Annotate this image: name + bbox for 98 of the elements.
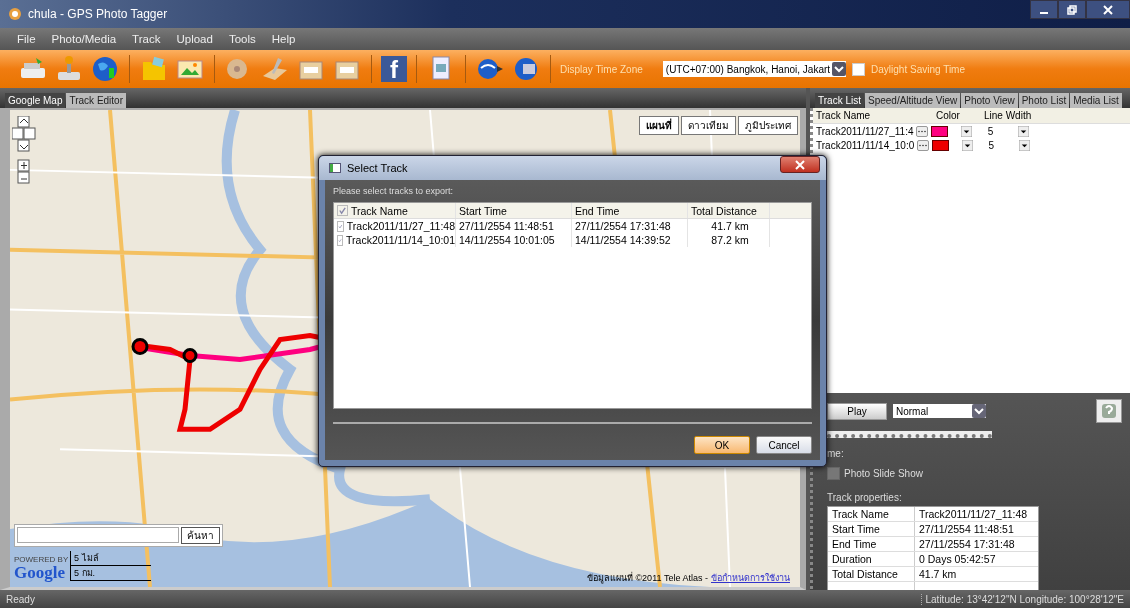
ok-button[interactable]: OK xyxy=(694,436,750,454)
end-time-cell: 27/11/2554 17:31:48 xyxy=(572,219,688,233)
tab[interactable]: Media List xyxy=(1070,93,1122,108)
dropdown-arrow-icon[interactable] xyxy=(1018,125,1030,137)
map-type-button[interactable]: แผนที่ xyxy=(639,116,679,135)
browse-button[interactable] xyxy=(917,139,930,151)
ellipsis-icon xyxy=(919,143,928,147)
slider-track[interactable] xyxy=(827,431,992,438)
column-header: End Time xyxy=(572,203,688,218)
restore-icon xyxy=(1067,4,1077,15)
property-value: 0 Days 05:42:57 xyxy=(918,553,996,565)
property-name: Start Time xyxy=(828,522,915,536)
tab[interactable]: Photo View xyxy=(961,93,1018,108)
track-name-cell: Track2011/11/14_10:01 xyxy=(346,234,455,246)
play-button[interactable]: Play xyxy=(827,402,887,420)
menu-item[interactable]: Photo/Media xyxy=(51,33,117,45)
distance-cell: 87.2 km xyxy=(688,233,770,247)
column-header: Color xyxy=(936,110,961,121)
property-name: Duration xyxy=(828,552,915,566)
daylight-saving-label: Daylight Saving Time xyxy=(871,63,965,75)
start-time-cell: 14/11/2554 10:01:05 xyxy=(456,233,572,247)
scale-miles-label: 5 ไมล์ xyxy=(71,551,151,566)
track-marker[interactable] xyxy=(182,348,198,363)
map-search-field[interactable] xyxy=(17,527,179,543)
dialog-prompt: Please select tracks to export: xyxy=(333,186,455,196)
slide-show-checkbox[interactable] xyxy=(827,467,840,480)
help-button[interactable] xyxy=(1096,399,1122,423)
dropdown-arrow-icon[interactable] xyxy=(962,139,974,151)
line-width-cell-text: 5 xyxy=(987,139,995,151)
menu-item[interactable]: Help xyxy=(271,33,296,45)
close-button[interactable] xyxy=(780,156,820,173)
property-name: End Time xyxy=(828,537,915,551)
menu-item[interactable]: Tools xyxy=(228,33,256,45)
track-marker[interactable] xyxy=(131,338,149,355)
close-icon xyxy=(1103,4,1113,15)
search-button[interactable]: ค้นหา xyxy=(181,527,220,544)
scale-km-label: 5 กม. xyxy=(73,567,96,580)
column-header: Track Name xyxy=(815,110,872,121)
menu-item[interactable]: Track xyxy=(132,33,161,45)
speed-dropdown[interactable]: Normal xyxy=(893,404,986,418)
help-icon xyxy=(1099,401,1119,421)
coordinates-text: Latitude: 13°42'12"N Longitude: 100°28'12"E xyxy=(921,593,1124,605)
track-properties-title: Track properties: xyxy=(827,492,903,503)
restore-button[interactable] xyxy=(1058,0,1086,19)
track-name-cell: Track2011/11/14_10:0 xyxy=(816,139,915,151)
property-name: Track Name xyxy=(828,507,915,521)
menu-item[interactable]: File xyxy=(17,33,36,45)
terms-link[interactable]: ข้อกำหนดการใช้งาน xyxy=(711,571,790,585)
row-checkbox[interactable] xyxy=(337,234,344,246)
tab[interactable]: Photo List xyxy=(1018,93,1070,108)
powered-by-label: POWERED BY xyxy=(14,555,69,564)
daylight-saving-checkbox[interactable] xyxy=(852,62,866,76)
map-attribution: ข้อมูลแผนที่ ©2011 Tele Atlas - xyxy=(587,571,708,585)
close-button[interactable] xyxy=(1086,0,1130,19)
minimize-button[interactable] xyxy=(1030,0,1058,19)
minimize-icon xyxy=(1040,11,1048,14)
property-name: Total Distance xyxy=(828,567,915,581)
property-value: 27/11/2554 17:31:48 xyxy=(918,538,1015,550)
property-value: 27/11/2554 11:48:51 xyxy=(918,523,1014,535)
time-label: me: xyxy=(827,448,845,459)
start-time-cell: 27/11/2554 11:48:51 xyxy=(456,219,572,233)
tab[interactable]: Track Editor xyxy=(66,93,126,108)
slide-show-label: Photo Slide Show xyxy=(844,468,923,479)
tab[interactable]: Track List xyxy=(815,93,864,108)
time-zone-label: Display Time Zone xyxy=(560,63,643,75)
time-zone-dropdown[interactable]: (UTC+07:00) Bangkok, Hanoi, Jakart xyxy=(662,61,847,77)
distance-cell: 41.7 km xyxy=(688,219,770,233)
close-icon xyxy=(795,159,805,170)
column-header: Total Distance xyxy=(688,203,770,218)
property-value: 41.7 km xyxy=(918,568,957,580)
tab[interactable]: Speed/Altitude View xyxy=(864,93,961,108)
line-width-cell-text: 5 xyxy=(986,125,995,137)
window-icon xyxy=(329,162,341,174)
ellipsis-icon xyxy=(918,129,927,133)
window-title: chula - GPS Photo Tagger xyxy=(28,7,168,21)
column-header: Track Name xyxy=(351,204,408,217)
column-header: Start Time xyxy=(456,203,572,218)
status-text: Ready xyxy=(6,593,35,605)
map-type-button[interactable]: ดาวเทียม xyxy=(681,116,736,135)
dropdown-arrow-icon[interactable] xyxy=(1019,139,1031,151)
cancel-button[interactable]: Cancel xyxy=(756,436,812,454)
row-checkbox[interactable] xyxy=(337,220,344,232)
select-all-checkbox[interactable] xyxy=(337,205,348,216)
app-icon xyxy=(8,7,22,21)
google-logo: Google xyxy=(14,564,66,581)
tab[interactable]: Google Map xyxy=(5,93,66,108)
browse-button[interactable] xyxy=(916,125,929,137)
column-header: Line Wdith xyxy=(983,110,1032,121)
dropdown-arrow-icon[interactable] xyxy=(961,125,973,137)
end-time-cell: 14/11/2554 14:39:52 xyxy=(572,233,688,247)
dialog-title: Select Track xyxy=(347,162,408,174)
track-name-cell: Track2011/11/27_11:48 xyxy=(346,220,455,232)
globe-icon[interactable] xyxy=(90,54,120,84)
facebook-icon[interactable]: f xyxy=(381,56,407,82)
menu-item[interactable]: Upload xyxy=(176,33,213,45)
property-value: Track2011/11/27_11:48 xyxy=(918,508,1028,520)
map-type-button[interactable]: ภูมิประเทศ xyxy=(738,116,798,135)
track-name-cell: Track2011/11/27_11:4 xyxy=(816,125,914,137)
